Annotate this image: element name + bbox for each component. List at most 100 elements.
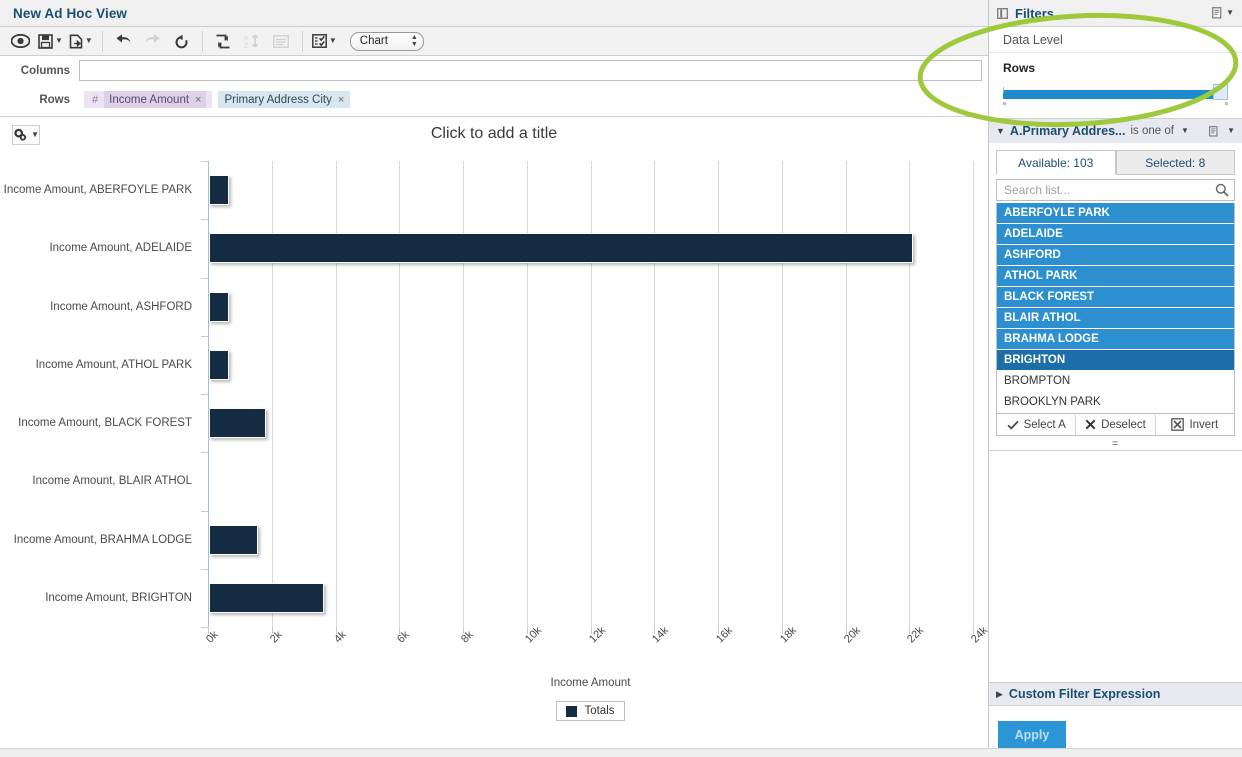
filter-list-item[interactable]: ATHOL PARK <box>997 266 1234 287</box>
chevron-down-icon[interactable]: ▼ <box>1181 127 1189 135</box>
chart-title-placeholder[interactable]: Click to add a title <box>0 125 988 143</box>
chart-plot-area: Income Amount, ABERFOYLE PARK Income Amou… <box>0 161 990 739</box>
chevron-down-icon[interactable]: ▼ <box>1227 127 1235 135</box>
search-box[interactable] <box>996 179 1235 201</box>
filter-list-item[interactable]: BRIGHTON <box>997 350 1234 371</box>
y-axis-label: Income Amount, ABERFOYLE PARK <box>3 184 192 197</box>
tab-available[interactable]: Available: 103 <box>996 150 1116 175</box>
preview-icon <box>11 34 30 48</box>
switch-group-button[interactable] <box>209 29 238 54</box>
view-title-bar: New Ad Hoc View <box>0 0 988 27</box>
filter-block-primary-address-city: ▼ A.Primary Addres... is one of ▼ ▼ Avai… <box>989 119 1242 451</box>
select-all-button[interactable]: Select A <box>997 414 1077 435</box>
filter-list-item[interactable]: BROOKLYN PARK <box>997 392 1234 413</box>
revert-button[interactable] <box>167 29 196 54</box>
rows-zone[interactable]: Rows # Income Amount × Primary Address C… <box>0 85 988 114</box>
y-tick-mark <box>201 277 208 279</box>
filter-list-item[interactable]: BROMPTON <box>997 371 1234 392</box>
filters-panel: Filters ▼ Data Level Rows ▼ A.Primary Ad… <box>989 0 1242 757</box>
filter-operator[interactable]: is one of <box>1130 125 1173 137</box>
grid-line <box>526 161 528 627</box>
y-tick-mark <box>201 335 208 337</box>
y-axis-labels: Income Amount, ABERFOYLE PARK Income Amou… <box>0 161 200 627</box>
filter-list-actions: Select A Deselect Invert <box>996 414 1235 436</box>
rows-chip-label: Income Amount <box>109 93 190 106</box>
horizontal-scrollbar[interactable] <box>0 748 1242 757</box>
rows-dropzone[interactable]: # Income Amount × Primary Address City × <box>79 89 982 110</box>
columns-zone[interactable]: Columns <box>0 56 988 85</box>
data-level-label: Data Level <box>1003 32 1063 47</box>
export-button[interactable]: ▼ <box>66 29 96 54</box>
y-axis-label: Income Amount, BLAIR ATHOL <box>32 475 192 488</box>
filter-list-item[interactable]: BLACK FOREST <box>997 287 1234 308</box>
chart-bar[interactable] <box>209 582 325 613</box>
data-level-row[interactable]: Data Level <box>989 27 1242 53</box>
filters-panel-header: Filters ▼ <box>989 0 1242 27</box>
svg-text:Z: Z <box>244 42 248 49</box>
save-button[interactable]: ▼ <box>35 29 66 54</box>
grid-line <box>463 161 464 627</box>
chart-bar[interactable] <box>209 408 267 439</box>
chevron-down-icon: ▼ <box>55 36 63 45</box>
chart-bar[interactable] <box>209 233 914 264</box>
visualization-type-select[interactable]: Chart ▲ ▼ <box>349 31 424 51</box>
revert-icon <box>175 34 188 48</box>
y-tick-mark <box>201 452 208 454</box>
filter-list-item[interactable]: BRAHMA LODGE <box>997 329 1234 350</box>
panel-menu-icon[interactable] <box>1212 7 1224 19</box>
filter-list-item[interactable]: ABERFOYLE PARK <box>997 203 1234 224</box>
display-options-button[interactable]: ▼ <box>309 29 340 54</box>
remove-icon[interactable]: × <box>195 94 201 106</box>
filter-list-item[interactable]: ASHFORD <box>997 245 1234 266</box>
preview-button[interactable] <box>6 29 35 54</box>
chevron-down-icon[interactable]: ▼ <box>996 126 1005 136</box>
deselect-all-label: Deselect <box>1101 418 1146 431</box>
filter-list-item[interactable]: ADELAIDE <box>997 224 1234 245</box>
rows-slider-label: Rows <box>1003 61 1036 75</box>
undo-button[interactable] <box>109 29 138 54</box>
y-tick-mark <box>201 510 208 512</box>
y-axis-label: Income Amount, ASHFORD <box>50 300 192 313</box>
filter-menu-icon[interactable] <box>1209 125 1220 137</box>
invert-selection-button[interactable]: Invert <box>1156 414 1234 435</box>
page-title: New Ad Hoc View <box>13 5 128 21</box>
main-area: New Ad Hoc View ▼ ▼ A Z ▼ Chart ▲ ▼ Colu… <box>0 0 990 757</box>
chart-bar[interactable] <box>209 524 259 555</box>
rows-data-level-filter: Rows <box>989 53 1242 119</box>
search-input[interactable] <box>1002 182 1215 198</box>
custom-filter-expression-section[interactable]: ▶ Custom Filter Expression <box>989 682 1242 706</box>
y-axis-label: Income Amount, ATHOL PARK <box>35 358 192 371</box>
columns-dropzone[interactable] <box>79 60 982 81</box>
rows-slider[interactable] <box>1003 84 1228 106</box>
tab-selected[interactable]: Selected: 8 <box>1115 150 1235 175</box>
panel-collapse-icon[interactable] <box>997 7 1008 19</box>
remove-icon[interactable]: × <box>338 94 344 106</box>
list-resize-handle[interactable]: = <box>989 438 1242 450</box>
measure-type-icon: # <box>92 93 99 106</box>
rows-chip-primary-address-city[interactable]: Primary Address City × <box>218 91 351 108</box>
apply-button[interactable]: Apply <box>998 721 1066 749</box>
check-icon <box>1006 420 1019 430</box>
chevron-down-icon: ▼ <box>328 36 337 45</box>
x-tick-label: 8k <box>459 628 476 646</box>
rows-chip-label: Primary Address City <box>224 93 332 106</box>
deselect-all-button[interactable]: Deselect <box>1076 414 1156 435</box>
chevron-right-icon[interactable]: ▶ <box>996 689 1003 700</box>
y-axis-label: Income Amount, BLACK FOREST <box>18 417 192 430</box>
chart-bar[interactable] <box>209 349 229 380</box>
chart-bar[interactable] <box>209 175 229 206</box>
chevron-down-icon[interactable]: ▼ <box>1226 9 1234 17</box>
filter-tabs: Available: 103 Selected: 8 <box>989 143 1242 175</box>
table-button[interactable] <box>267 29 296 54</box>
rows-chip-income-amount[interactable]: # Income Amount × <box>84 91 213 108</box>
filter-item-list[interactable]: ABERFOYLE PARK ADELAIDE ASHFORD ATHOL PARK B… <box>996 203 1235 414</box>
filter-list-item[interactable]: BLAIR ATHOL <box>997 308 1234 329</box>
slider-handle[interactable] <box>1213 84 1228 100</box>
search-icon[interactable] <box>1215 183 1229 197</box>
chart-bar[interactable] <box>209 291 229 322</box>
filters-title: Filters <box>1015 5 1055 21</box>
redo-button[interactable] <box>138 29 167 54</box>
sort-button[interactable]: A Z <box>238 29 267 54</box>
filter-block-header[interactable]: ▼ A.Primary Addres... is one of ▼ ▼ <box>989 119 1242 143</box>
grid-line <box>654 161 656 627</box>
